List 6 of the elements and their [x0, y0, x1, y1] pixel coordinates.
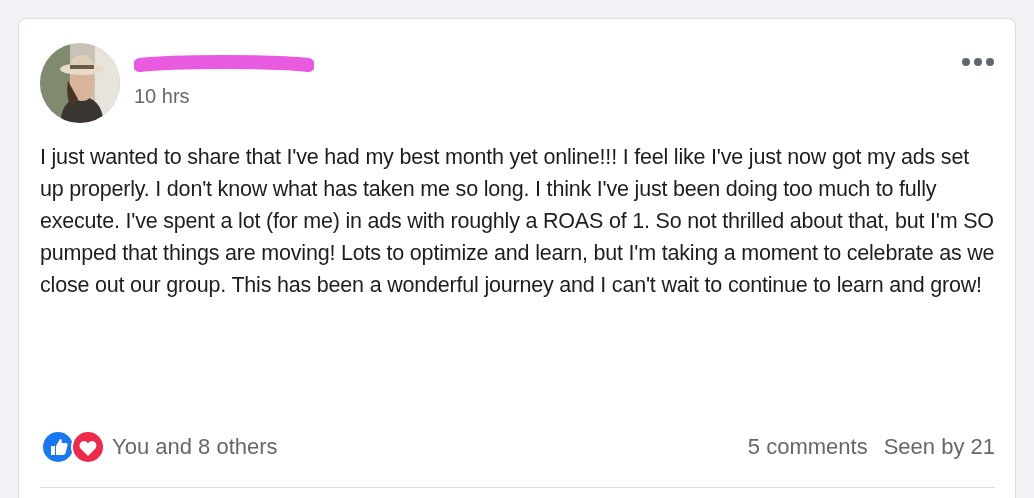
post-time[interactable]: 10 hrs — [134, 85, 190, 108]
reaction-summary[interactable]: You and 8 others — [112, 434, 278, 460]
comments-count[interactable]: 5 comments — [747, 434, 868, 460]
post-text: I just wanted to share that I've had my best month yet online!!! I feel like I've just now got my ads set up properly. I don't know what has taken me so long. I think I've just been doing too much to fully execute. I've spent a lot (for me) in ads with roughly a ROAS of 1. So not thrilled about that, but I'm SO pumped that things are moving! Lots to optimize and learn, but I'm taking a moment to celebrate as we close out our group. This has been a wonderful journey and I can't wait to continue to learn and grow! — [40, 144, 996, 299]
seen-by-count[interactable]: Seen by 21 — [883, 434, 995, 460]
more-options-icon[interactable] — [961, 57, 995, 67]
